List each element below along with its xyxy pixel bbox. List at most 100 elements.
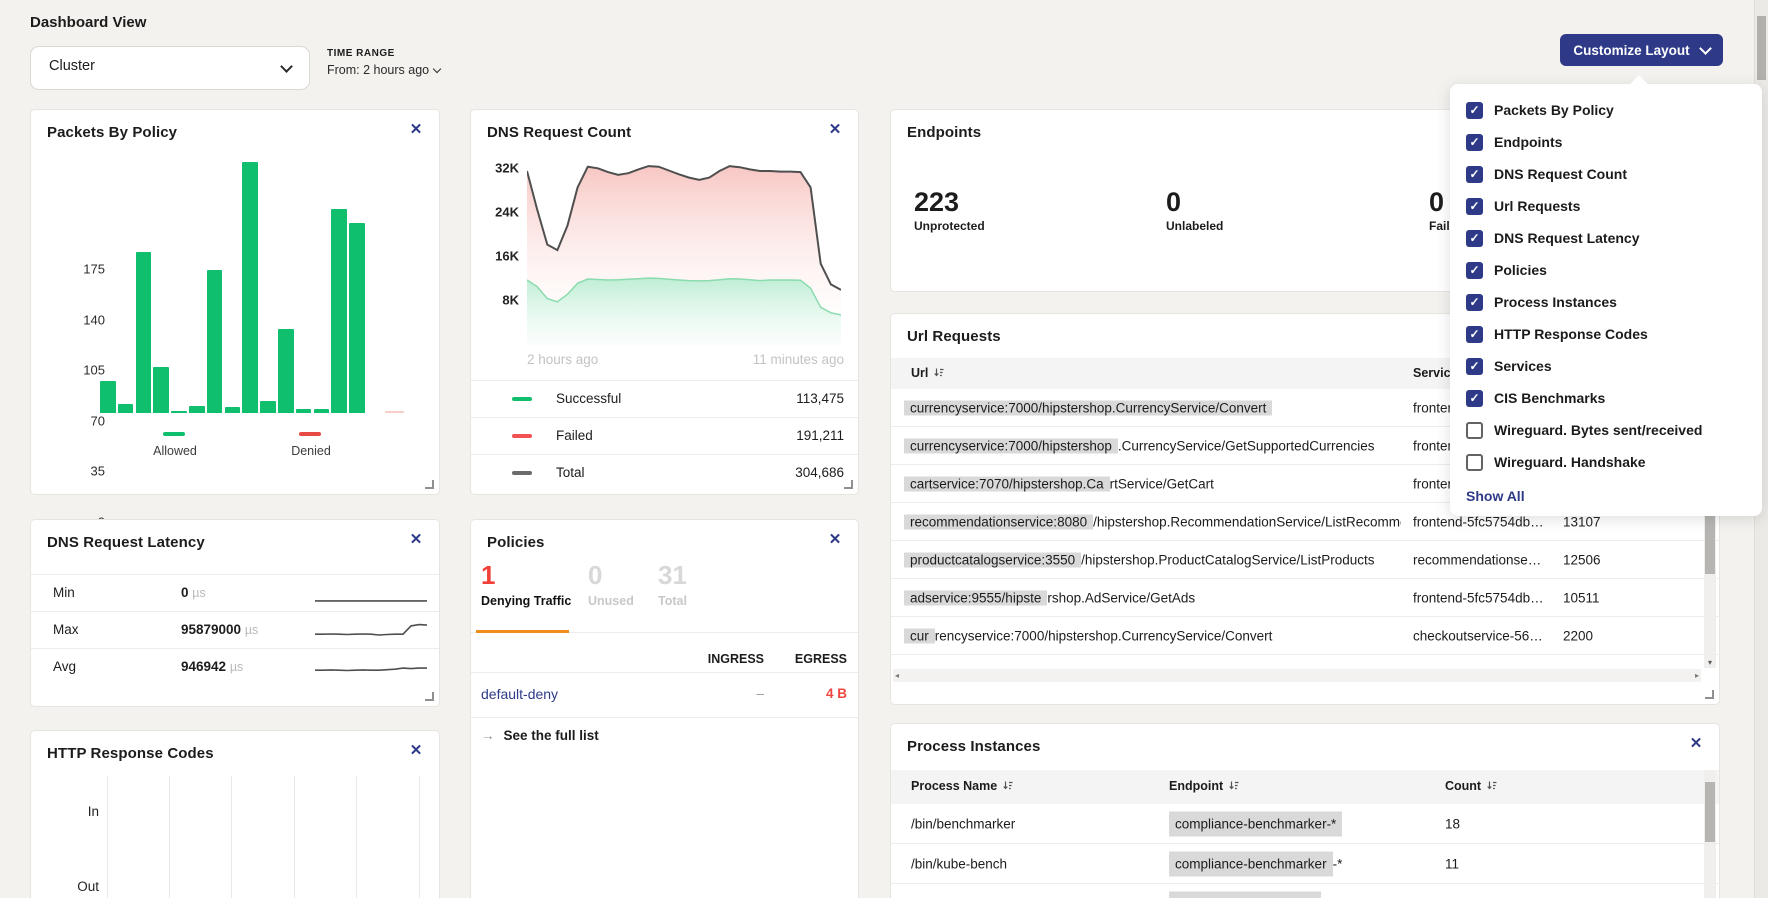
checkbox-checked-icon[interactable]: ✓ <box>1466 166 1483 183</box>
time-range-label: TIME RANGE <box>327 48 440 59</box>
menu-item[interactable]: Wireguard. Bytes sent/received <box>1450 414 1762 446</box>
menu-item[interactable]: ✓Process Instances <box>1450 286 1762 318</box>
tab-value: 1 <box>481 560 571 590</box>
show-all-link[interactable]: Show All <box>1466 488 1762 504</box>
ingress-column-header: INGRESS <box>681 652 764 666</box>
menu-item[interactable]: ✓Policies <box>1450 254 1762 286</box>
dns-area-chart <box>527 154 841 346</box>
packets-by-policy-card: Packets By Policy 175 140 105 70 35 0 Al… <box>30 109 440 495</box>
menu-item-label: CIS Benchmarks <box>1494 390 1605 406</box>
menu-item[interactable]: ✓Url Requests <box>1450 190 1762 222</box>
stat-label: Unprotected <box>914 219 985 233</box>
url-rest: rencyservice:7000/hipstershop.CurrencySe… <box>935 628 1273 643</box>
y-tick: 35 <box>59 464 105 479</box>
bar <box>385 411 404 413</box>
checkbox-checked-icon[interactable]: ✓ <box>1466 358 1483 375</box>
x-label-start: 2 hours ago <box>527 352 598 367</box>
tab-value: 31 <box>658 560 687 590</box>
tab-total[interactable]: 31 Total <box>658 560 687 608</box>
bar <box>153 367 169 413</box>
close-icon[interactable] <box>1687 735 1705 753</box>
policy-egress-value: 4 B <box>771 686 847 701</box>
customize-menu-items: ✓Packets By Policy✓Endpoints✓DNS Request… <box>1450 94 1762 478</box>
menu-item-label: HTTP Response Codes <box>1494 326 1648 342</box>
menu-item-label: Endpoints <box>1494 134 1562 150</box>
sort-header-count[interactable]: Count <box>1445 779 1497 793</box>
menu-item-label: DNS Request Latency <box>1494 230 1639 246</box>
latency-row-min: Min 0 µs <box>31 574 439 612</box>
latency-label: Max <box>53 622 79 637</box>
scroll-left-icon[interactable] <box>895 671 899 680</box>
scroll-down-icon[interactable] <box>1704 658 1716 667</box>
min-sparkline <box>315 582 427 606</box>
sort-header-endpoint[interactable]: Endpoint <box>1169 779 1239 793</box>
close-icon[interactable] <box>407 742 425 760</box>
menu-item[interactable]: Wireguard. Handshake <box>1450 446 1762 478</box>
egress-column-header: EGRESS <box>771 652 847 666</box>
http-response-codes-card: HTTP Response Codes In Out <box>30 730 440 898</box>
scroll-right-icon[interactable] <box>1695 671 1699 680</box>
checkbox-checked-icon[interactable]: ✓ <box>1466 326 1483 343</box>
checkbox-checked-icon[interactable]: ✓ <box>1466 390 1483 407</box>
close-icon[interactable] <box>826 531 844 549</box>
menu-item[interactable]: ✓ HTTP Response Codes <box>1450 318 1762 350</box>
bar <box>278 329 294 413</box>
tab-value: 0 <box>588 560 634 590</box>
checkbox-unchecked-icon[interactable] <box>1466 422 1483 439</box>
tab-unused[interactable]: 0 Unused <box>588 560 634 608</box>
chevron-down-icon <box>433 65 441 73</box>
gridline <box>356 776 357 898</box>
count-cell: 2200 <box>1563 628 1593 643</box>
table-vertical-scrollbar[interactable] <box>1704 770 1716 898</box>
checkbox-checked-icon[interactable]: ✓ <box>1466 230 1483 247</box>
bar <box>189 406 205 413</box>
time-range-from[interactable]: From: 2 hours ago <box>327 63 440 77</box>
checkbox-checked-icon[interactable]: ✓ <box>1466 102 1483 119</box>
latency-value: 95879000 µs <box>181 622 258 637</box>
scrollbar-thumb[interactable] <box>1757 16 1766 80</box>
checkbox-checked-icon[interactable]: ✓ <box>1466 294 1483 311</box>
customize-layout-button[interactable]: Customize Layout <box>1560 34 1723 66</box>
checkbox-checked-icon[interactable]: ✓ <box>1466 198 1483 215</box>
gridline <box>294 776 295 898</box>
see-full-list-link[interactable]: See the full list <box>481 728 599 743</box>
close-icon[interactable] <box>407 531 425 549</box>
table-horizontal-scrollbar[interactable] <box>893 669 1701 682</box>
policy-name-link[interactable]: default-deny <box>481 686 558 702</box>
scrollbar-thumb[interactable] <box>1705 782 1715 842</box>
card-title: Endpoints <box>907 124 981 141</box>
customize-layout-label: Customize Layout <box>1573 43 1689 58</box>
resize-handle-icon[interactable] <box>425 480 434 489</box>
checkbox-unchecked-icon[interactable] <box>1466 454 1483 471</box>
stat-value: 223 <box>914 188 985 216</box>
endpoint-cell: compliance-benchmarker-* <box>1169 856 1342 871</box>
checkbox-checked-icon[interactable]: ✓ <box>1466 262 1483 279</box>
latency-row-avg: Avg 946942 µs <box>31 648 439 686</box>
y-tick: 8K <box>481 293 519 308</box>
menu-item-label: Packets By Policy <box>1494 102 1614 118</box>
menu-item[interactable]: ✓ CIS Benchmarks <box>1450 382 1762 414</box>
dns-request-latency-card: DNS Request Latency Min 0 µs Max 9587900… <box>30 519 440 707</box>
menu-item[interactable]: ✓DNS Request Count <box>1450 158 1762 190</box>
resize-handle-icon[interactable] <box>425 692 434 701</box>
time-range: TIME RANGE From: 2 hours ago <box>327 48 440 77</box>
card-title: Process Instances <box>907 738 1040 755</box>
sort-icon <box>1228 780 1239 791</box>
menu-item[interactable]: ✓ Packets By Policy <box>1450 94 1762 126</box>
sort-header-process-name[interactable]: Process Name <box>911 779 1013 793</box>
checkbox-checked-icon[interactable]: ✓ <box>1466 134 1483 151</box>
tab-label: Total <box>658 594 687 608</box>
tab-denying-traffic[interactable]: 1 Denying Traffic <box>481 560 571 608</box>
bar <box>207 270 223 413</box>
scrollbar-thumb[interactable] <box>1705 508 1715 574</box>
legend-value: 113,475 <box>796 391 844 406</box>
sort-icon <box>933 367 944 378</box>
resize-handle-icon[interactable] <box>844 480 853 489</box>
sort-header-url[interactable]: Url <box>911 366 944 380</box>
menu-item[interactable]: ✓Services <box>1450 350 1762 382</box>
resize-handle-icon[interactable] <box>1705 690 1714 699</box>
close-icon[interactable] <box>826 121 844 139</box>
menu-item[interactable]: ✓ DNS Request Latency <box>1450 222 1762 254</box>
view-select[interactable]: Cluster <box>30 46 310 90</box>
menu-item[interactable]: ✓ Endpoints <box>1450 126 1762 158</box>
